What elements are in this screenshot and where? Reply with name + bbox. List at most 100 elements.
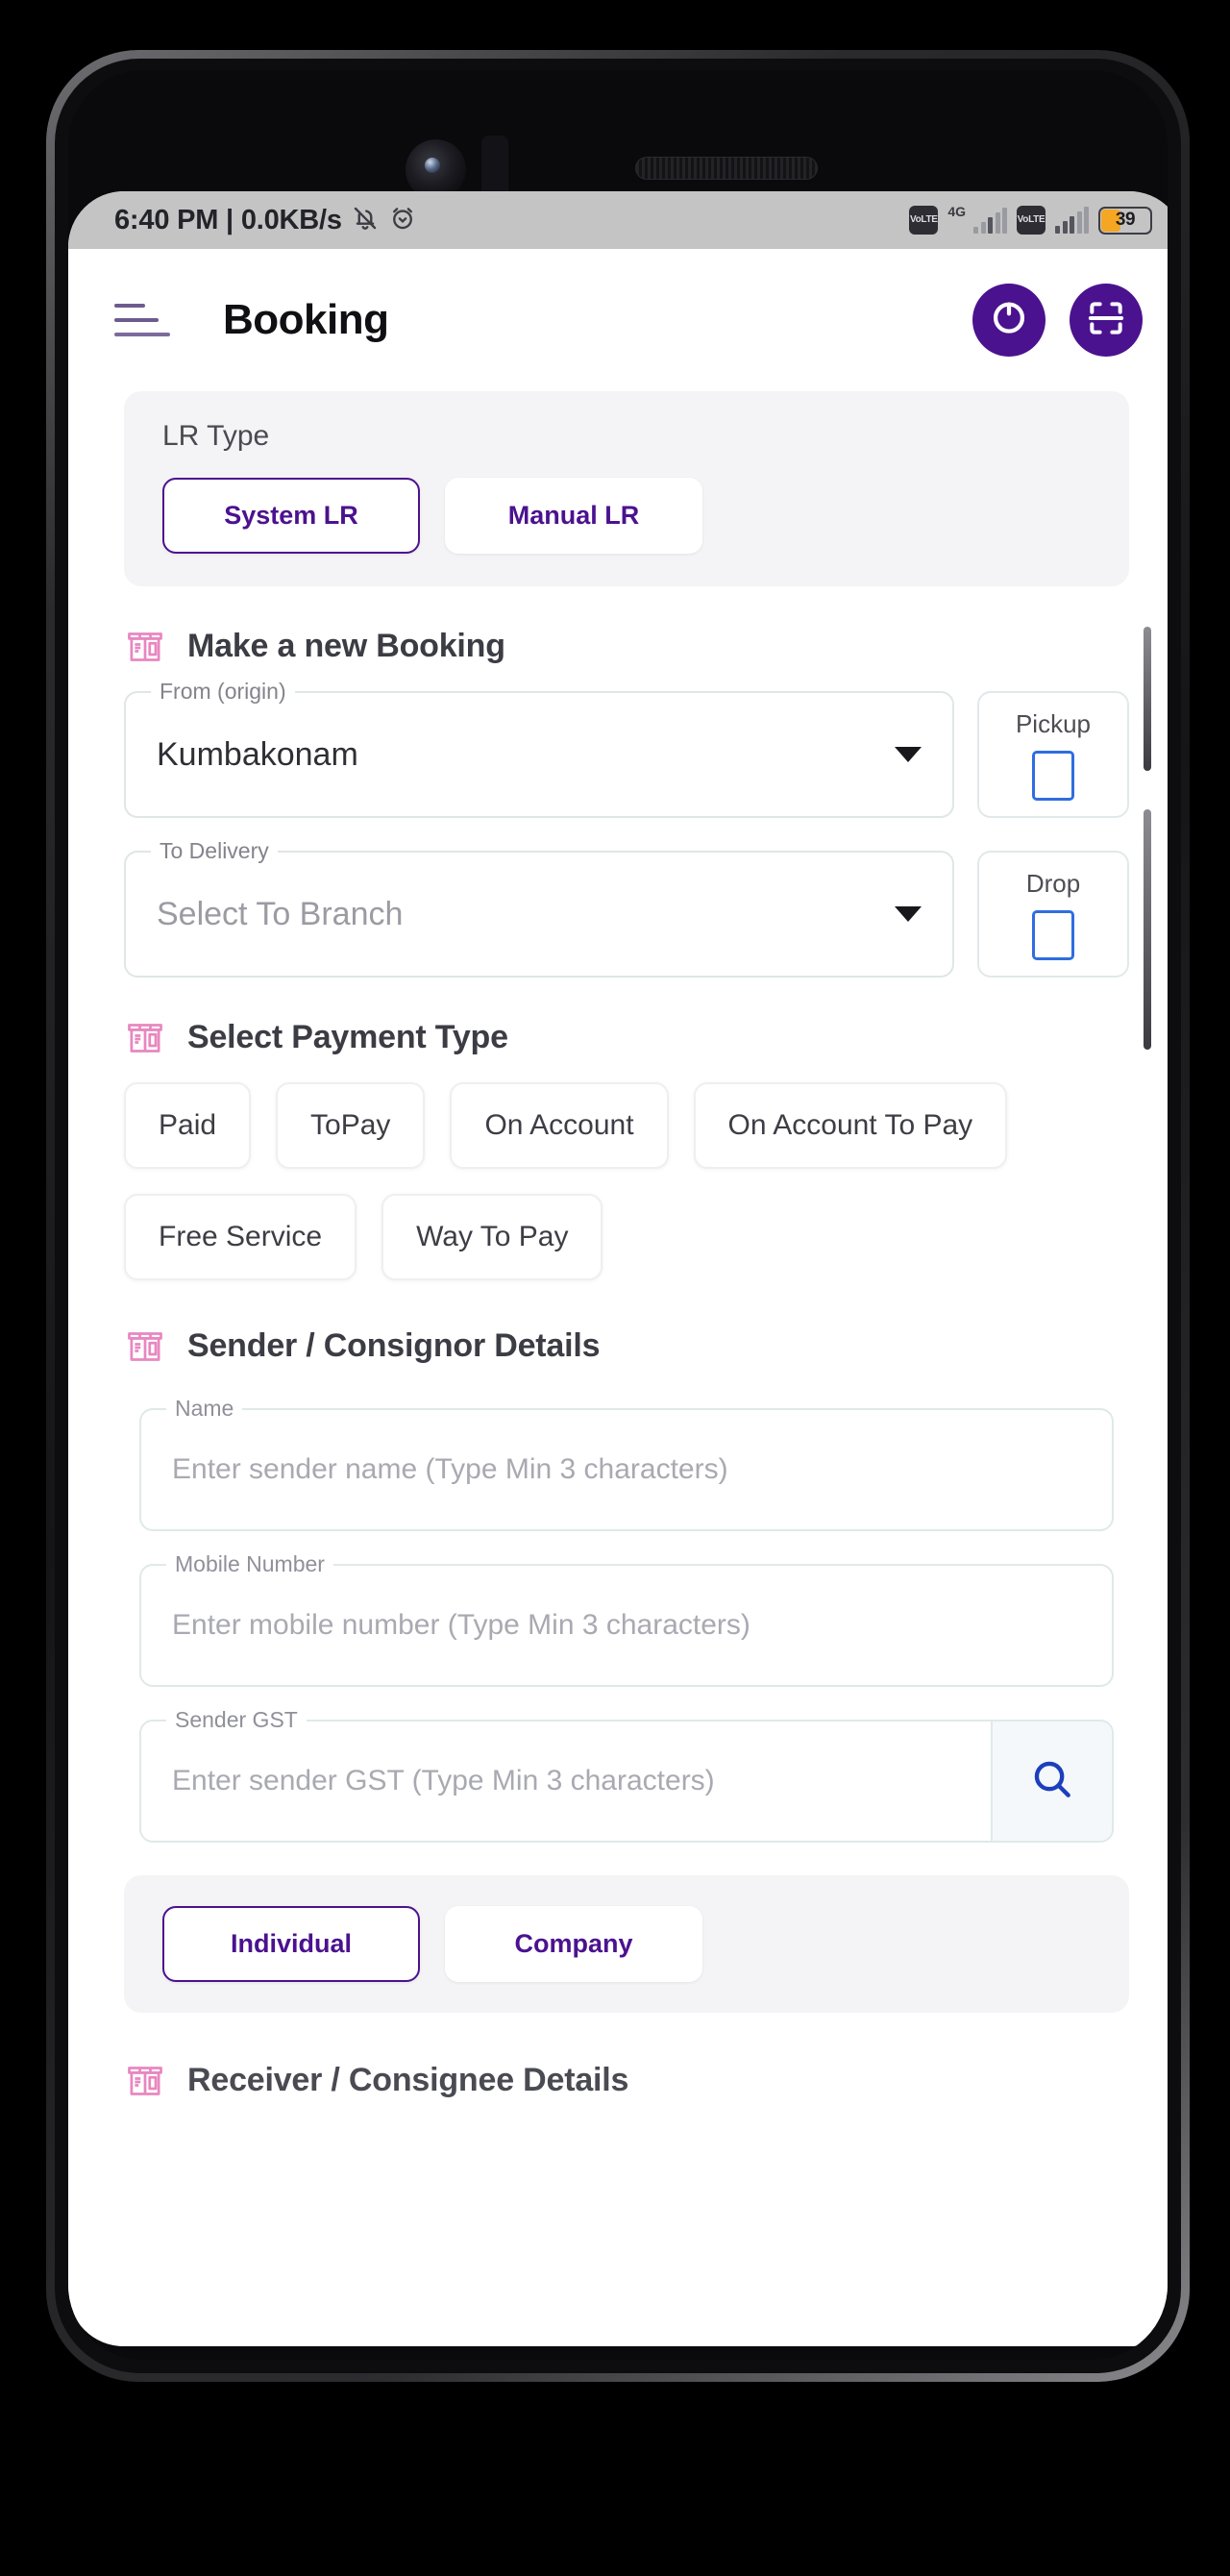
lr-type-system-lr-label: System LR: [224, 501, 358, 530]
signal-bars-sim1: [973, 207, 1007, 234]
payment-option-paid[interactable]: Paid: [124, 1082, 252, 1169]
payment-option-free-service[interactable]: Free Service: [124, 1194, 357, 1280]
scan-barcode-icon: [1085, 297, 1127, 344]
android-status-bar: 6:40 PM | 0.0KB/s VoLTE 4G VoLTE 39: [68, 191, 1168, 249]
payment-option-topay-label: ToPay: [310, 1109, 391, 1141]
signal-bars-sim2: [1055, 207, 1089, 234]
screenshot-root: 6:40 PM | 0.0KB/s VoLTE 4G VoLTE 39 Book…: [0, 0, 1230, 2576]
sender-gst-field-wrap: Sender GST Enter sender GST (Type Min 3 …: [139, 1707, 1114, 1843]
network-type-label: 4G: [947, 204, 966, 219]
from-origin-row: From (origin) Kumbakonam Pickup: [124, 679, 1129, 818]
earpiece-speaker: [635, 157, 818, 180]
search-icon: [1028, 1755, 1076, 1808]
alarm-clock-icon: [388, 204, 417, 237]
volte-label-1: VoLTE: [909, 214, 938, 225]
chevron-down-icon[interactable]: [895, 906, 922, 922]
from-origin-select[interactable]: From (origin) Kumbakonam: [124, 679, 954, 818]
status-clock: 6:40 PM | 0.0KB/s: [114, 204, 342, 235]
pickup-checkbox[interactable]: [1032, 750, 1074, 801]
sender-entity-individual[interactable]: Individual: [162, 1906, 420, 1982]
pickup-label: Pickup: [1015, 708, 1092, 738]
sender-name-legend: Name: [166, 1396, 243, 1422]
payment-type-title: Select Payment Type: [187, 1019, 508, 1055]
drop-checkbox[interactable]: [1032, 909, 1074, 960]
to-delivery-row: To Delivery Select To Branch Drop: [124, 838, 1129, 978]
to-delivery-value: Select To Branch: [157, 895, 404, 932]
sender-gst-search-button[interactable]: [991, 1721, 1112, 1841]
app-header-actions: [972, 284, 1143, 357]
from-origin-value: Kumbakonam: [157, 735, 358, 773]
volte-badge-sim2: VoLTE: [1017, 206, 1046, 235]
lr-type-manual-lr-label: Manual LR: [507, 501, 640, 530]
to-delivery-select[interactable]: To Delivery Select To Branch: [124, 838, 954, 978]
payment-option-topay[interactable]: ToPay: [276, 1082, 426, 1169]
page-title: Booking: [223, 296, 389, 343]
payment-option-on-account-to-pay[interactable]: On Account To Pay: [693, 1082, 1008, 1169]
sender-entity-company[interactable]: Company: [445, 1906, 702, 1982]
sender-mobile-field-wrap: Mobile Number Enter mobile number (Type …: [139, 1551, 1114, 1687]
package-box-icon: [124, 623, 166, 670]
booking-form-scroll[interactable]: LR Type System LR Manual LR Make a new B…: [68, 391, 1168, 2346]
package-box-icon: [124, 2057, 166, 2104]
sender-mobile-legend: Mobile Number: [166, 1551, 333, 1577]
drop-label: Drop: [1025, 868, 1081, 898]
sender-entity-company-label: Company: [514, 1929, 633, 1958]
payment-type-options: Paid ToPay On Account On Account To Pay …: [124, 1082, 1129, 1280]
scan-button[interactable]: [1070, 284, 1143, 357]
sender-mobile-placeholder: Enter mobile number (Type Min 3 characte…: [172, 1609, 750, 1641]
volte-badge-sim1: VoLTE: [909, 206, 939, 235]
app-header: Booking: [68, 249, 1168, 391]
payment-option-paid-label: Paid: [159, 1109, 217, 1141]
sender-details-title: Sender / Consignor Details: [187, 1327, 601, 1364]
device-screen: 6:40 PM | 0.0KB/s VoLTE 4G VoLTE 39 Book…: [68, 191, 1168, 2346]
payment-option-way-to-pay[interactable]: Way To Pay: [381, 1194, 603, 1280]
refresh-button[interactable]: [972, 284, 1046, 357]
sender-gst-field[interactable]: Sender GST Enter sender GST (Type Min 3 …: [139, 1707, 1114, 1843]
battery-percent-label: 39: [1115, 210, 1136, 230]
phone-bezel: 6:40 PM | 0.0KB/s VoLTE 4G VoLTE 39 Book…: [68, 70, 1168, 2360]
payment-option-on-account-to-pay-label: On Account To Pay: [727, 1109, 973, 1141]
from-origin-legend: From (origin): [151, 679, 295, 705]
make-booking-section-header: Make a new Booking: [124, 623, 1168, 670]
sender-details-section-header: Sender / Consignor Details: [124, 1323, 1168, 1370]
payment-option-on-account[interactable]: On Account: [450, 1082, 669, 1169]
lr-type-manual-lr[interactable]: Manual LR: [445, 478, 702, 554]
receiver-details-section-header: Receiver / Consignee Details: [124, 2057, 1168, 2104]
sender-entity-individual-label: Individual: [230, 1929, 352, 1958]
sender-name-placeholder: Enter sender name (Type Min 3 characters…: [172, 1453, 728, 1485]
lr-type-label: LR Type: [162, 420, 270, 452]
payment-option-free-service-label: Free Service: [159, 1221, 323, 1252]
to-delivery-legend: To Delivery: [151, 838, 278, 864]
payment-type-section-header: Select Payment Type: [124, 1014, 1168, 1061]
sender-name-field-wrap: Name Enter sender name (Type Min 3 chara…: [139, 1396, 1114, 1531]
hamburger-menu-icon[interactable]: [114, 304, 170, 336]
phone-inner-frame: 6:40 PM | 0.0KB/s VoLTE 4G VoLTE 39 Book…: [55, 59, 1181, 2373]
sender-gst-legend: Sender GST: [166, 1707, 307, 1733]
status-bar-left: 6:40 PM | 0.0KB/s: [114, 204, 417, 237]
phone-device-frame: 6:40 PM | 0.0KB/s VoLTE 4G VoLTE 39 Book…: [46, 50, 1190, 2382]
sender-name-field[interactable]: Name Enter sender name (Type Min 3 chara…: [139, 1396, 1114, 1531]
receiver-details-title: Receiver / Consignee Details: [187, 2062, 629, 2098]
volume-button[interactable]: [1144, 809, 1151, 1050]
volte-label-2: VoLTE: [1017, 214, 1046, 225]
power-button[interactable]: [1144, 627, 1151, 771]
camera-lens-dot: [425, 158, 440, 173]
pickup-checkbox-group[interactable]: Pickup: [977, 691, 1129, 818]
status-bar-right: VoLTE 4G VoLTE 39: [909, 204, 1152, 235]
refresh-icon: [988, 297, 1030, 344]
lr-type-card: LR Type System LR Manual LR: [124, 391, 1129, 586]
payment-option-way-to-pay-label: Way To Pay: [416, 1221, 569, 1252]
lr-type-system-lr[interactable]: System LR: [162, 478, 420, 554]
lr-type-options: System LR Manual LR: [162, 478, 1091, 554]
battery-indicator: 39: [1098, 206, 1152, 235]
sender-mobile-field[interactable]: Mobile Number Enter mobile number (Type …: [139, 1551, 1114, 1687]
package-box-icon: [124, 1014, 166, 1061]
sender-gst-placeholder: Enter sender GST (Type Min 3 characters): [172, 1765, 715, 1796]
payment-option-on-account-label: On Account: [484, 1109, 634, 1141]
chevron-down-icon[interactable]: [895, 747, 922, 762]
sender-entity-type-card: Individual Company: [124, 1875, 1129, 2013]
bell-muted-icon: [351, 204, 380, 237]
package-box-icon: [124, 1323, 166, 1370]
drop-checkbox-group[interactable]: Drop: [977, 851, 1129, 978]
make-booking-title: Make a new Booking: [187, 628, 505, 664]
